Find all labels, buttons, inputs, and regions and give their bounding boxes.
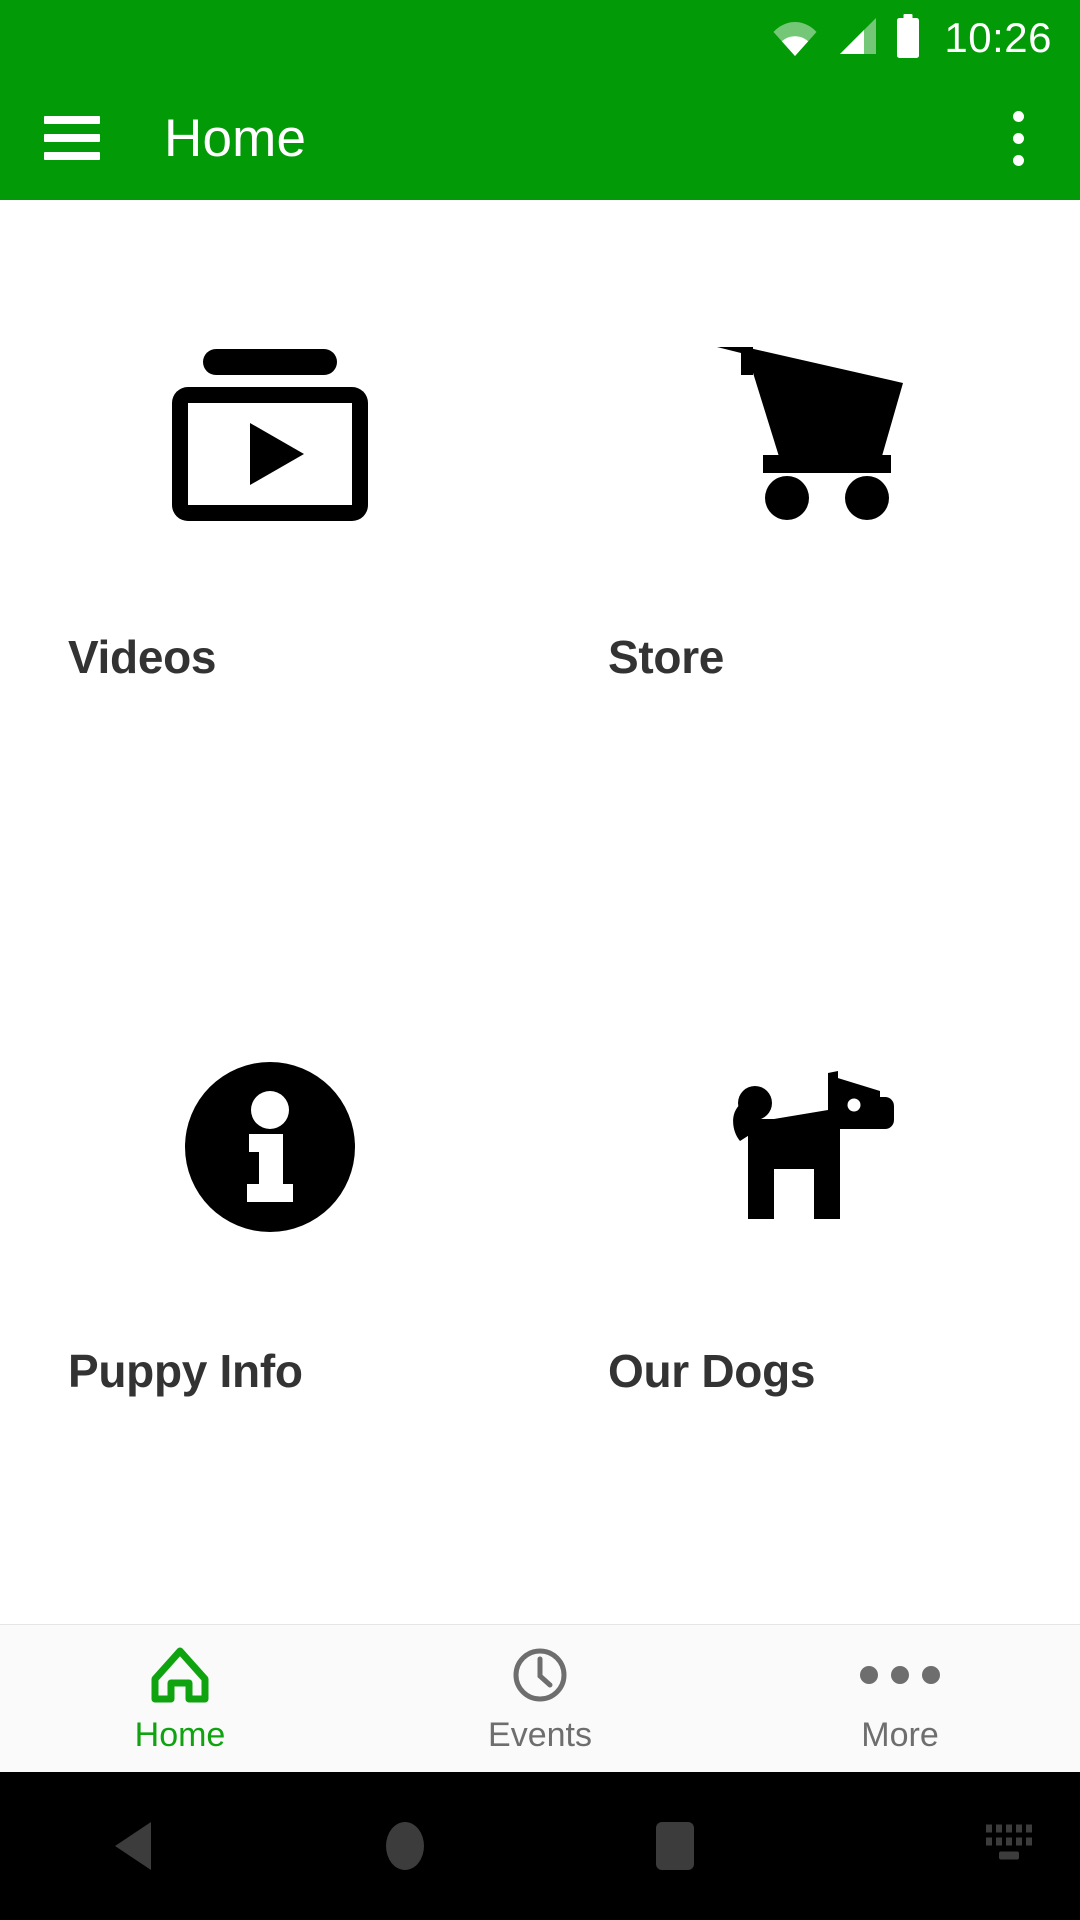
clock-icon: [512, 1646, 568, 1704]
status-bar-clock: 10:26: [944, 14, 1052, 61]
overflow-menu-icon[interactable]: [990, 102, 1046, 174]
more-dot: [922, 1665, 940, 1684]
tile-label-our-dogs: Our Dogs: [608, 1345, 816, 1397]
hide-keyboard-icon[interactable]: [982, 1819, 1034, 1874]
overflow-dot: [1012, 132, 1024, 144]
info-circle-icon: [0, 1047, 540, 1247]
nav-item-home[interactable]: Home: [0, 1625, 360, 1772]
recents-square-icon[interactable]: [540, 1818, 810, 1874]
nav-label-events: Events: [488, 1715, 592, 1754]
android-system-navigation-bar: [0, 1772, 1080, 1920]
more-dot: [891, 1665, 909, 1684]
overflow-dot: [1012, 154, 1024, 166]
dog-icon: [540, 1047, 1080, 1247]
back-icon[interactable]: [0, 1818, 270, 1874]
phone-screen: 10:26 Home Videos Store Puppy Info Our D…: [0, 0, 1080, 1920]
hamburger-bar: [44, 152, 100, 160]
status-bar-icons: [772, 13, 922, 63]
home-circle-icon[interactable]: [270, 1818, 540, 1874]
tile-our-dogs[interactable]: Our Dogs: [540, 912, 1080, 1624]
hamburger-bar: [44, 116, 100, 124]
tile-puppy-info[interactable]: Puppy Info: [0, 912, 540, 1624]
hamburger-menu-icon[interactable]: [44, 116, 100, 160]
tile-label-videos: Videos: [68, 631, 217, 683]
home-tile-grid: Videos Store Puppy Info Our Dogs: [0, 200, 1080, 1624]
bottom-navigation: Home Events More: [0, 1624, 1080, 1772]
status-bar: 10:26: [0, 0, 1080, 76]
nav-item-events[interactable]: Events: [360, 1625, 720, 1772]
tile-label-puppy-info: Puppy Info: [68, 1345, 303, 1397]
more-dots-icon: [860, 1646, 940, 1704]
page-title: Home: [164, 108, 307, 168]
more-dot: [860, 1665, 878, 1684]
shopping-cart-icon: [540, 328, 1080, 538]
nav-label-more: More: [861, 1715, 939, 1754]
nav-item-more[interactable]: More: [720, 1625, 1080, 1772]
app-bar: Home: [0, 76, 1080, 200]
wifi-icon: [772, 16, 818, 61]
cellular-signal-icon: [834, 16, 878, 61]
home-icon: [151, 1646, 209, 1704]
nav-label-home: Home: [134, 1715, 226, 1754]
tile-store[interactable]: Store: [540, 200, 1080, 912]
more-dots-group: [860, 1665, 940, 1684]
hamburger-bar: [44, 134, 100, 142]
tile-videos[interactable]: Videos: [0, 200, 540, 912]
tile-label-store: Store: [608, 631, 725, 683]
video-library-icon: [0, 328, 540, 538]
overflow-dot: [1012, 110, 1024, 122]
battery-icon: [894, 13, 922, 63]
